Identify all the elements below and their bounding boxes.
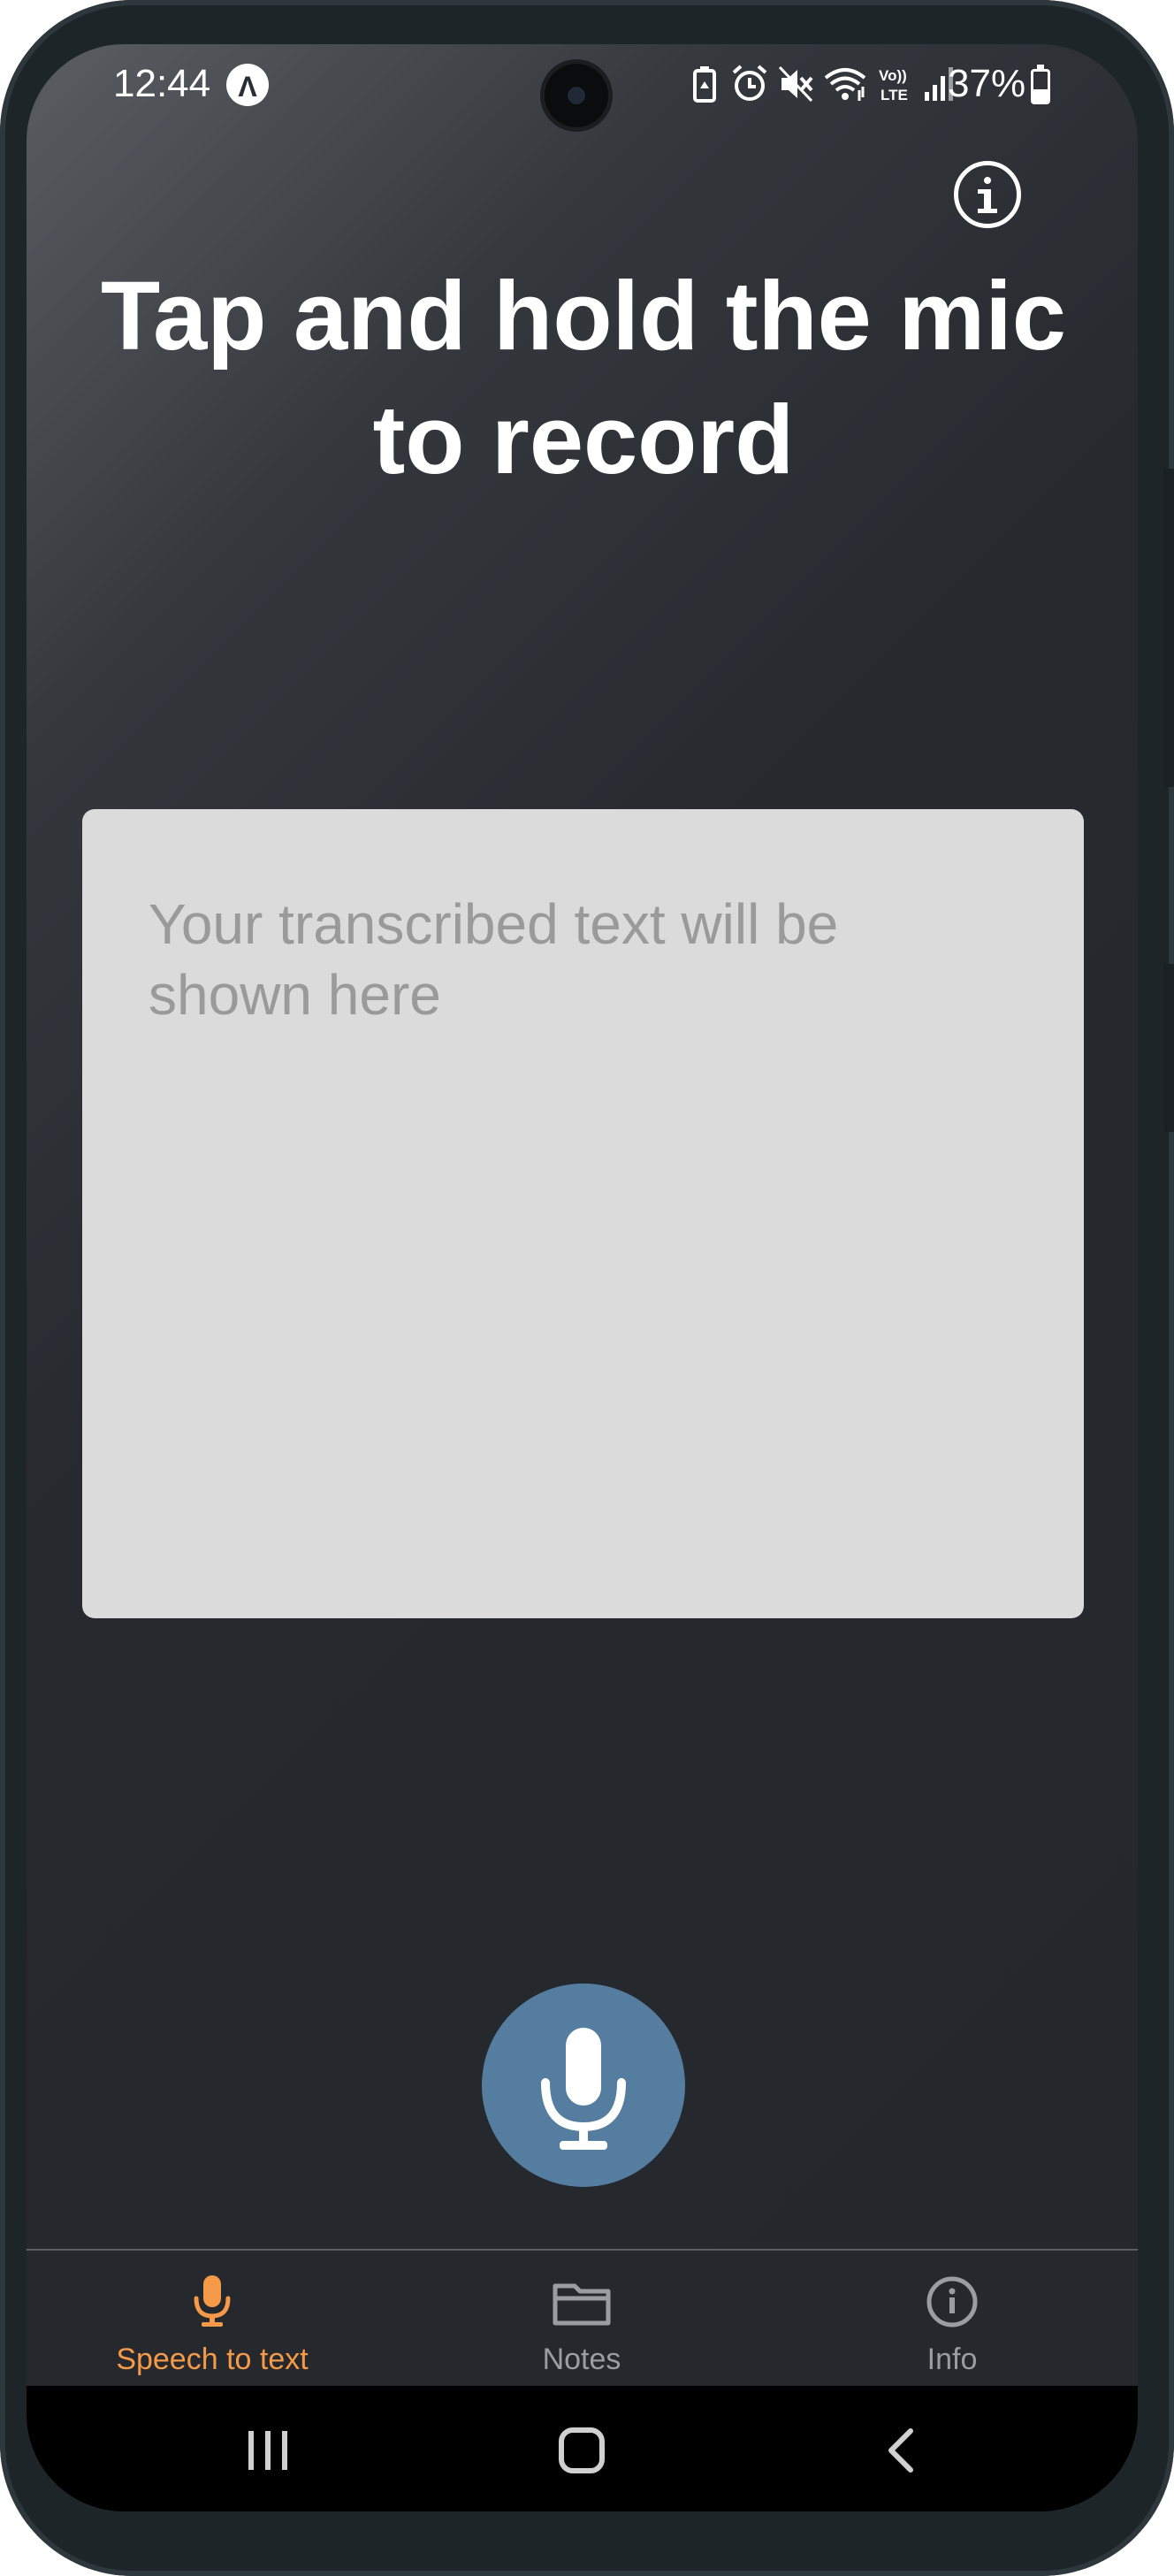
wifi-icon — [824, 68, 866, 101]
alarm-icon — [732, 65, 767, 101]
tab-label: Notes — [542, 2343, 621, 2376]
power-button — [1163, 964, 1174, 1132]
tab-speech-to-text[interactable]: Speech to text — [27, 2251, 398, 2388]
mute-icon — [778, 65, 813, 103]
svg-text:Vo)): Vo)) — [879, 67, 907, 84]
transcript-placeholder: Your transcribed text will be shown here — [149, 892, 839, 1027]
page-title: Tap and hold the mic to record — [101, 262, 1066, 494]
microphone-icon — [194, 2275, 231, 2327]
record-button[interactable] — [482, 1984, 685, 2187]
battery-icon — [1031, 65, 1050, 104]
recents-icon[interactable] — [243, 2426, 293, 2475]
app-screen: 12:44 Λ Vo)) LTE 37% Tap and hold the mi… — [27, 44, 1138, 2511]
status-time: 12:44 — [113, 62, 211, 105]
back-icon[interactable] — [877, 2426, 926, 2475]
phone-frame: 12:44 Λ Vo)) LTE 37% Tap and hold the mi… — [0, 0, 1174, 2576]
home-icon[interactable] — [555, 2424, 608, 2477]
folder-icon — [553, 2283, 611, 2326]
bottom-nav: Speech to text Notes Info — [27, 2249, 1138, 2386]
volume-button — [1163, 469, 1174, 787]
tab-label: Speech to text — [116, 2343, 309, 2376]
app-notification-icon: Λ — [226, 64, 269, 106]
info-icon — [926, 2276, 978, 2328]
tab-notes[interactable]: Notes — [396, 2251, 767, 2388]
tab-info[interactable]: Info — [766, 2251, 1138, 2388]
microphone-icon — [541, 2028, 626, 2150]
status-bar: 12:44 Λ Vo)) LTE 37% — [27, 44, 1138, 150]
front-camera — [545, 64, 608, 127]
system-nav-bar — [27, 2386, 1138, 2511]
svg-text:LTE: LTE — [880, 87, 908, 103]
battery-percentage: 37% — [948, 62, 1026, 105]
tab-label: Info — [926, 2343, 978, 2376]
volte-icon: Vo)) LTE — [879, 67, 908, 103]
info-icon[interactable] — [954, 161, 1021, 228]
transcript-box[interactable]: Your transcribed text will be shown here — [82, 809, 1084, 1618]
battery-saver-icon — [693, 66, 716, 103]
